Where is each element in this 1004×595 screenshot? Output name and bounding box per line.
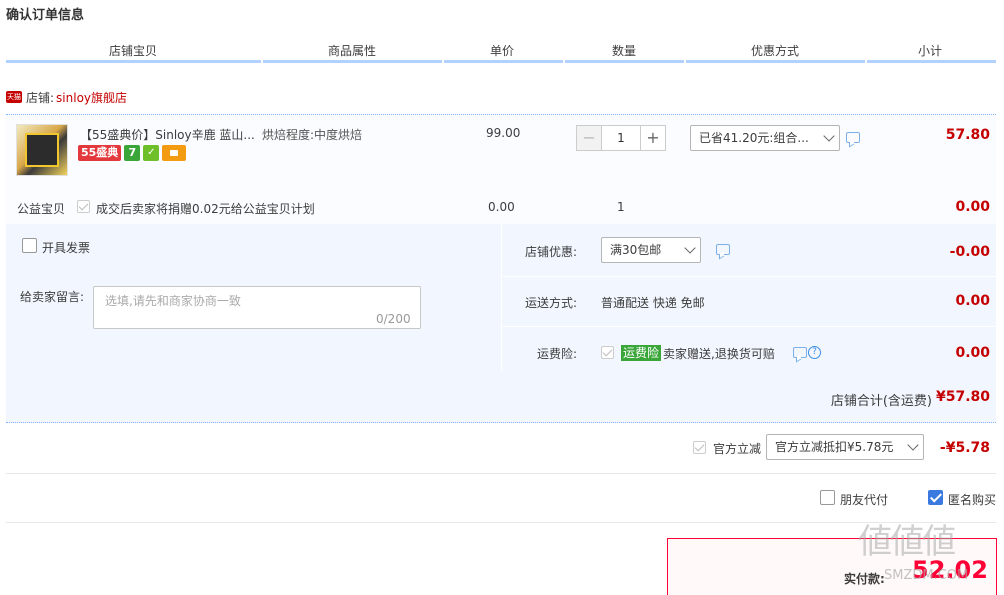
column-header-quantity: 数量 — [611, 44, 636, 58]
product-title-link[interactable]: 【55盛典价】Sinloy辛鹿 蓝山... — [80, 126, 256, 143]
divider — [6, 473, 996, 474]
column-header-subtotal: 小计 — [917, 44, 942, 58]
quantity-input[interactable]: 1 — [602, 125, 640, 151]
shop-total-value: ¥57.80 — [935, 389, 990, 405]
item-discount-value: 已省41.20元:组合... — [699, 131, 809, 145]
header-divider — [865, 60, 867, 63]
panel-row-divider — [502, 326, 996, 327]
shop-total-label: 店铺合计(含运费) — [830, 394, 932, 409]
insurance-text: 卖家赠送,退换货可赔 — [663, 347, 775, 361]
promo-55-badge: 55盛典 — [78, 145, 122, 161]
column-header-shop-item: 店铺宝贝 — [108, 44, 157, 58]
chevron-down-icon — [684, 242, 696, 254]
credit-card-icon — [162, 145, 187, 161]
message-placeholder: 选填,请先和商家协商一致 — [105, 294, 241, 308]
panel-divider — [501, 224, 502, 371]
anonymous-checkbox[interactable] — [928, 490, 943, 505]
header-divider — [261, 60, 263, 63]
chat-icon[interactable] — [846, 132, 860, 143]
official-discount-amount: -¥5.78 — [939, 440, 990, 456]
column-header-price: 单价 — [489, 44, 514, 58]
delivery-label: 运送方式: — [525, 296, 578, 310]
shop-row: 天猫 店铺: sinloy旗舰店 — [6, 88, 127, 106]
shop-discount-amount: -0.00 — [949, 244, 990, 260]
invoice-label[interactable]: 开具发票 — [42, 239, 90, 256]
insurance-label: 运费险: — [537, 347, 578, 361]
delivery-amount: 0.00 — [955, 293, 990, 309]
header-divider — [442, 60, 444, 63]
charity-quantity: 1 — [617, 200, 625, 214]
product-tags: 55盛典 7 ✓ — [78, 145, 187, 161]
charity-text: 成交后卖家将捐赠0.02元给公益宝贝计划 — [96, 202, 315, 216]
chat-icon[interactable] — [793, 347, 807, 358]
quantity-increase-button[interactable]: + — [640, 125, 666, 151]
chevron-down-icon — [823, 130, 835, 142]
friend-pay-checkbox[interactable] — [820, 490, 835, 505]
page-title: 确认订单信息 — [6, 8, 85, 23]
help-icon[interactable]: ? — [808, 346, 821, 359]
shop-label: 店铺: — [26, 90, 55, 105]
charity-checkbox — [77, 200, 90, 213]
header-underline — [6, 60, 996, 63]
insurance-checkbox — [601, 346, 614, 359]
official-discount-checkbox — [693, 441, 706, 454]
seven-day-return-icon: 7 — [124, 145, 141, 161]
item-subtotal: 57.80 — [945, 127, 990, 143]
charity-price: 0.00 — [488, 200, 515, 214]
shop-discount-label: 店铺优惠: — [525, 245, 578, 259]
product-thumbnail[interactable] — [16, 124, 68, 176]
official-discount-select[interactable]: 官方立减抵扣¥5.78元 — [766, 434, 924, 460]
official-discount-value: 官方立减抵扣¥5.78元 — [775, 440, 894, 454]
charity-subtotal: 0.00 — [955, 199, 990, 215]
quantity-stepper: − 1 + — [576, 125, 666, 151]
divider — [6, 522, 996, 523]
product-attribute: 烘焙程度:中度烘焙 — [262, 128, 363, 142]
panel-row-divider — [502, 276, 996, 277]
payment-label: 实付款: — [844, 572, 885, 586]
delivery-method: 普通配送 快递 免邮 — [601, 296, 705, 310]
anonymous-label[interactable]: 匿名购买 — [948, 491, 996, 508]
charity-label: 公益宝贝 — [17, 202, 66, 216]
message-label: 给卖家留言: — [20, 290, 85, 304]
guarantee-icon: ✓ — [143, 145, 160, 161]
header-divider — [563, 60, 565, 63]
insurance-badge: 运费险 — [621, 345, 662, 361]
message-char-count: 0/200 — [376, 312, 411, 326]
item-discount-select[interactable]: 已省41.20元:组合... — [690, 125, 840, 151]
divider — [6, 114, 996, 115]
shop-name-link[interactable]: sinloy旗舰店 — [56, 89, 127, 106]
official-discount-label: 官方立减 — [713, 442, 762, 456]
unit-price: 99.00 — [486, 126, 521, 140]
invoice-checkbox[interactable] — [22, 238, 37, 253]
shop-discount-value: 满30包邮 — [610, 243, 662, 257]
watermark-text: SMZDM.COM — [884, 568, 969, 583]
shop-discount-select[interactable]: 满30包邮 — [601, 237, 701, 263]
column-header-attribute: 商品属性 — [327, 44, 376, 58]
chat-icon[interactable] — [716, 244, 730, 255]
quantity-decrease-button[interactable]: − — [576, 125, 602, 151]
header-divider — [684, 60, 686, 63]
friend-pay-label[interactable]: 朋友代付 — [840, 491, 888, 508]
tmall-icon: 天猫 — [6, 91, 22, 103]
watermark-logo: 値値値 — [858, 522, 956, 562]
chevron-down-icon — [907, 439, 919, 451]
insurance-amount: 0.00 — [955, 345, 990, 361]
column-header-discount: 优惠方式 — [750, 44, 799, 58]
